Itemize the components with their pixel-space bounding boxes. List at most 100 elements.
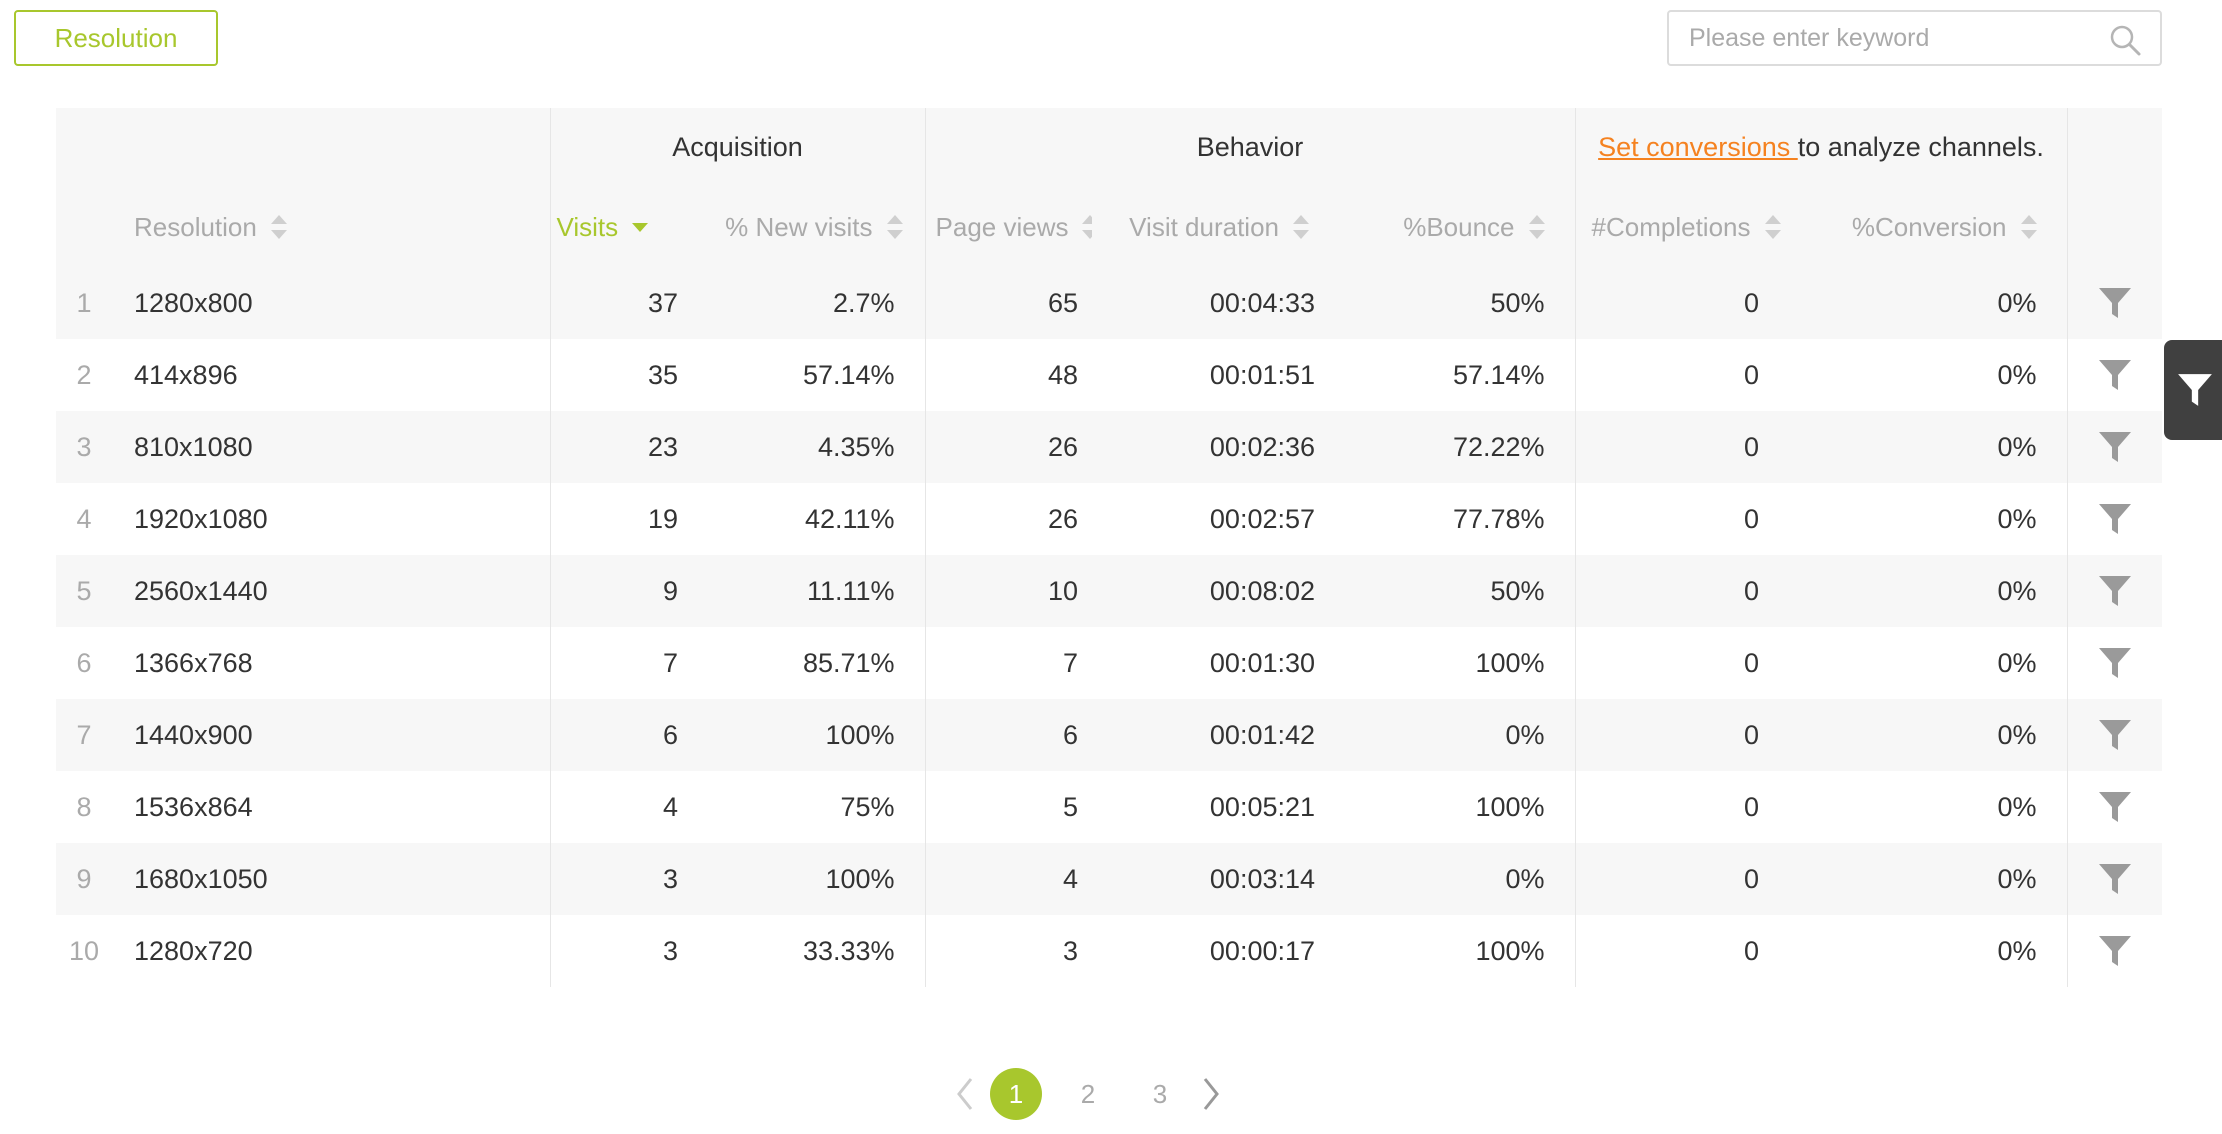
row-funnel-action (2066, 843, 2163, 915)
table-row[interactable]: 1 1280x800 37 2.7% 65 00:04:33 50% 0 0% (56, 267, 2163, 339)
sort-icon[interactable] (1528, 213, 1545, 241)
group-acquisition: Acquisition (549, 108, 926, 187)
group-header-actions (2066, 108, 2163, 187)
search-input[interactable] (1669, 22, 2091, 54)
funnel-icon[interactable] (2097, 645, 2133, 681)
row-funnel-action (2066, 699, 2163, 771)
cell-visits: 37 (549, 267, 696, 339)
cell-page-views: 4 (924, 843, 1093, 915)
cell-conversion: 0% (1802, 267, 2068, 339)
cell-visits: 19 (549, 483, 696, 555)
row-funnel-action (2066, 627, 2163, 699)
table-row[interactable]: 5 2560x1440 9 11.11% 10 00:08:02 50% 0 0… (56, 555, 2163, 627)
dimension-button[interactable]: Resolution (14, 10, 218, 66)
row-funnel-action (2066, 483, 2163, 555)
cell-completions: 0 (1574, 555, 1803, 627)
cell-new-visits: 2.7% (696, 267, 926, 339)
search-box[interactable] (1667, 10, 2162, 66)
next-page-button[interactable] (1196, 1074, 1226, 1114)
funnel-icon[interactable] (2097, 501, 2133, 537)
table-row[interactable]: 6 1366x768 7 85.71% 7 00:01:30 100% 0 0% (56, 627, 2163, 699)
cell-completions: 0 (1574, 915, 1803, 987)
cell-page-views: 6 (924, 699, 1093, 771)
side-filter-button[interactable] (2164, 340, 2222, 440)
report-table: Acquisition Behavior Set conversions to … (56, 108, 2163, 987)
cell-new-visits: 57.14% (696, 339, 926, 411)
col-new-visits-label: % New visits (725, 211, 873, 242)
row-index: 2 (56, 339, 112, 411)
sort-icon[interactable] (1293, 213, 1310, 241)
funnel-icon[interactable] (2097, 933, 2133, 969)
cell-conversion: 0% (1802, 771, 2068, 843)
row-index: 10 (56, 915, 112, 987)
col-visits[interactable]: Visits (549, 187, 696, 267)
funnel-icon[interactable] (2097, 789, 2133, 825)
cell-resolution: 1366x768 (112, 627, 550, 699)
col-bounce[interactable]: %Bounce (1331, 187, 1576, 267)
row-index: 6 (56, 627, 112, 699)
set-conversions-link[interactable]: Set conversions (1598, 132, 1798, 162)
sort-icon[interactable] (886, 213, 903, 241)
cell-bounce: 72.22% (1331, 411, 1576, 483)
cell-bounce: 50% (1331, 267, 1576, 339)
cell-resolution: 414x896 (112, 339, 550, 411)
sort-icon[interactable] (270, 213, 287, 241)
table-row[interactable]: 3 810x1080 23 4.35% 26 00:02:36 72.22% 0… (56, 411, 2163, 483)
page-2[interactable]: 2 (1062, 1068, 1114, 1120)
col-bounce-label: %Bounce (1403, 211, 1515, 242)
cell-page-views: 3 (924, 915, 1093, 987)
col-visit-duration[interactable]: Visit duration (1092, 187, 1332, 267)
filter-icon (2178, 374, 2212, 406)
funnel-icon[interactable] (2097, 357, 2133, 393)
sort-icon[interactable] (1082, 213, 1093, 241)
chevron-right-icon (1203, 1078, 1219, 1110)
cell-visits: 7 (549, 627, 696, 699)
table-row[interactable]: 2 414x896 35 57.14% 48 00:01:51 57.14% 0… (56, 339, 2163, 411)
col-new-visits[interactable]: % New visits (696, 187, 926, 267)
cell-conversion: 0% (1802, 555, 2068, 627)
row-funnel-action (2066, 555, 2163, 627)
cell-completions: 0 (1574, 267, 1803, 339)
row-index: 7 (56, 699, 112, 771)
table-row[interactable]: 4 1920x1080 19 42.11% 26 00:02:57 77.78%… (56, 483, 2163, 555)
conversions-hint: to analyze channels. (1797, 132, 2044, 162)
cell-conversion: 0% (1802, 915, 2068, 987)
funnel-icon[interactable] (2097, 285, 2133, 321)
table-row[interactable]: 7 1440x900 6 100% 6 00:01:42 0% 0 0% (56, 699, 2163, 771)
row-funnel-action (2066, 267, 2163, 339)
row-index: 5 (56, 555, 112, 627)
funnel-icon[interactable] (2097, 573, 2133, 609)
funnel-icon[interactable] (2097, 429, 2133, 465)
row-funnel-action (2066, 339, 2163, 411)
prev-page-button[interactable] (950, 1074, 980, 1114)
sort-icon[interactable] (1764, 213, 1781, 241)
page-3[interactable]: 3 (1134, 1068, 1186, 1120)
col-page-views[interactable]: Page views (924, 187, 1093, 267)
cell-page-views: 5 (924, 771, 1093, 843)
col-resolution[interactable]: Resolution (112, 187, 550, 267)
group-conversions: Set conversions to analyze channels. (1574, 108, 2068, 187)
search-icon[interactable] (2108, 23, 2142, 57)
cell-resolution: 2560x1440 (112, 555, 550, 627)
cell-page-views: 65 (924, 267, 1093, 339)
sort-desc-icon[interactable] (632, 222, 649, 232)
cell-visit-duration: 00:01:51 (1092, 339, 1332, 411)
cell-visits: 6 (549, 699, 696, 771)
col-conversion[interactable]: %Conversion (1802, 187, 2068, 267)
funnel-icon[interactable] (2097, 861, 2133, 897)
cell-resolution: 1280x800 (112, 267, 550, 339)
table-row[interactable]: 10 1280x720 3 33.33% 3 00:00:17 100% 0 0… (56, 915, 2163, 987)
cell-bounce: 0% (1331, 699, 1576, 771)
cell-completions: 0 (1574, 627, 1803, 699)
cell-resolution: 810x1080 (112, 411, 550, 483)
cell-new-visits: 4.35% (696, 411, 926, 483)
table-row[interactable]: 8 1536x864 4 75% 5 00:05:21 100% 0 0% (56, 771, 2163, 843)
table-row[interactable]: 9 1680x1050 3 100% 4 00:03:14 0% 0 0% (56, 843, 2163, 915)
page-1[interactable]: 1 (990, 1068, 1042, 1120)
cell-new-visits: 42.11% (696, 483, 926, 555)
chevron-left-icon (957, 1078, 973, 1110)
col-completions[interactable]: #Completions (1574, 187, 1803, 267)
funnel-icon[interactable] (2097, 717, 2133, 753)
sort-icon[interactable] (2020, 213, 2037, 241)
table-body: 1 1280x800 37 2.7% 65 00:04:33 50% 0 0% … (56, 267, 2163, 987)
